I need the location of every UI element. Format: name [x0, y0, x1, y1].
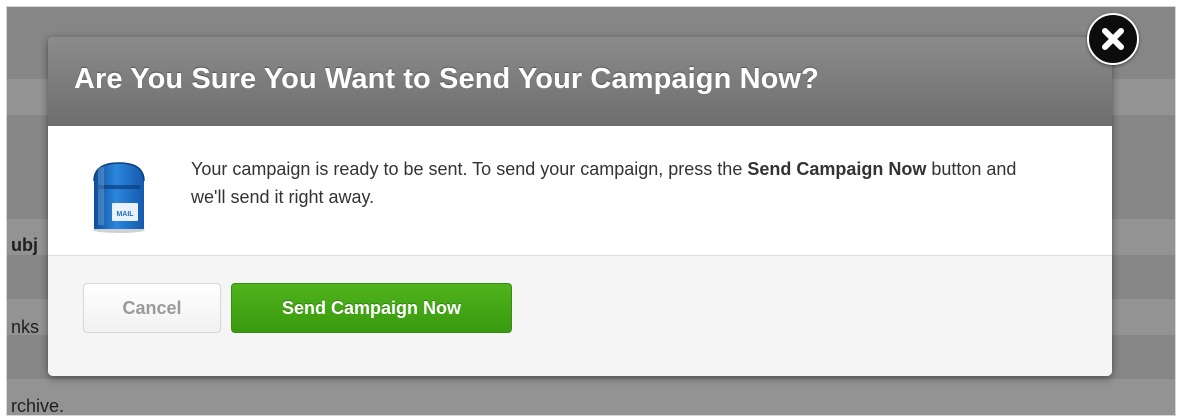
close-icon	[1102, 28, 1124, 50]
mailbox-icon: MAIL	[93, 162, 145, 233]
send-campaign-dialog: Are You Sure You Want to Send Your Campa…	[48, 37, 1112, 376]
cancel-button[interactable]: Cancel	[83, 283, 221, 333]
dialog-header: Are You Sure You Want to Send Your Campa…	[48, 37, 1112, 126]
dialog-message: Your campaign is ready to be sent. To se…	[191, 155, 1051, 211]
dialog-footer: Cancel Send Campaign Now	[48, 256, 1112, 376]
background-links-text: nks	[11, 317, 40, 337]
background-subject-label: ubj	[11, 235, 38, 255]
message-bold-button-name: Send Campaign Now	[747, 159, 927, 179]
message-text-part1: Your campaign is ready to be sent. To se…	[191, 159, 748, 179]
dialog-title: Are You Sure You Want to Send Your Campa…	[74, 63, 819, 95]
dialog-body: MAIL Your campaign is ready to be sent. …	[48, 126, 1112, 256]
background-archive-text: rchive.	[11, 396, 65, 416]
send-campaign-now-button[interactable]: Send Campaign Now	[231, 283, 512, 333]
close-button[interactable]	[1087, 13, 1139, 65]
background-row	[7, 379, 1175, 415]
mailbox-label: MAIL	[116, 211, 134, 218]
